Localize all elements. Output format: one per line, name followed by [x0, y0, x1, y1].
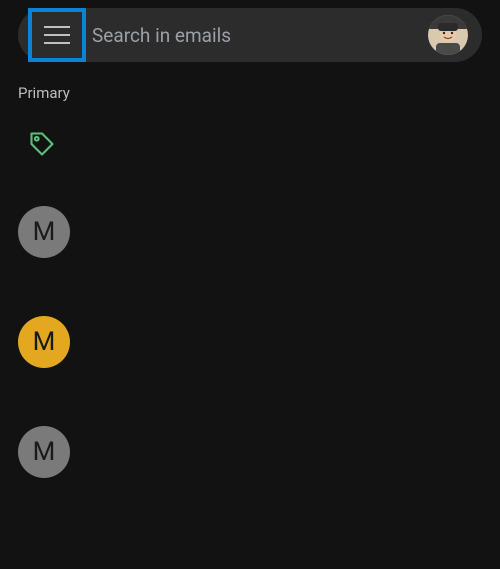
section-label: Primary [0, 70, 500, 108]
sender-avatar: M [18, 316, 70, 368]
hamburger-icon [44, 26, 70, 44]
email-item[interactable]: M [0, 306, 500, 378]
tag-icon [28, 143, 56, 162]
email-item[interactable]: M [0, 416, 500, 488]
profile-avatar[interactable] [428, 15, 468, 55]
search-bar: Search in emails [18, 8, 482, 62]
search-input[interactable]: Search in emails [92, 24, 428, 47]
email-item[interactable]: M [0, 196, 500, 268]
menu-button[interactable] [28, 8, 86, 62]
categories-row[interactable] [0, 108, 500, 172]
sender-avatar: M [18, 206, 70, 258]
sender-avatar: M [18, 426, 70, 478]
